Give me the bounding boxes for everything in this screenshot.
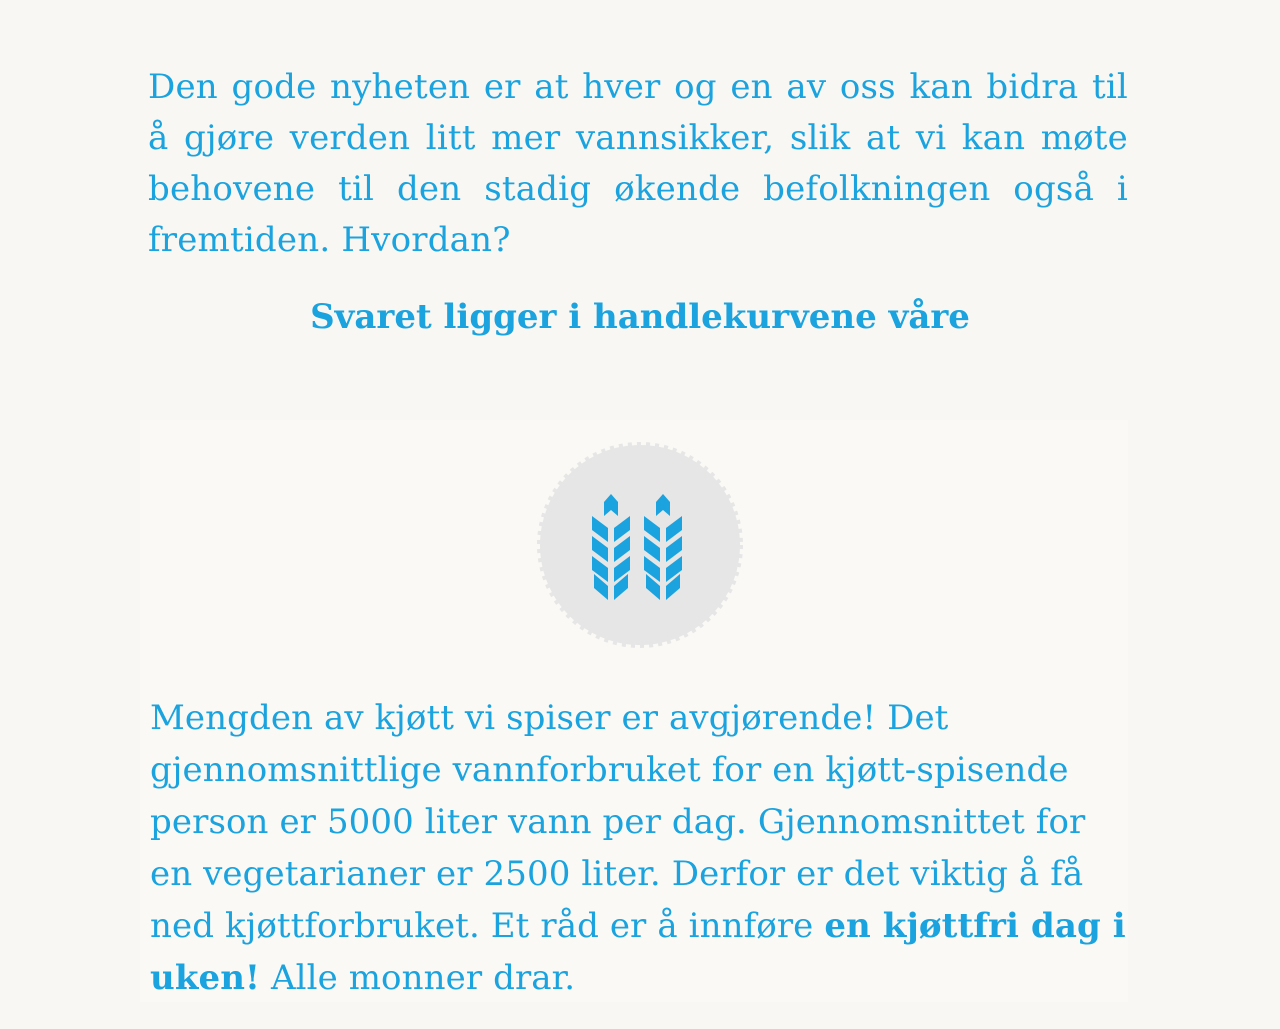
wheat-icon [537,442,743,648]
intro-paragraph: Den gode nyheten er at hver og en av oss… [148,67,1128,260]
page: { "intro": { "text": "Den gode nyheten e… [0,0,1280,1029]
card-text-end: Alle monner drar. [260,958,576,998]
card-paragraph: Mengden av kjøtt vi spiser er avgjørende… [150,692,1130,1004]
section-heading: Svaret ligger i handlekurvene våre [310,297,970,337]
badge-seal [537,442,743,648]
